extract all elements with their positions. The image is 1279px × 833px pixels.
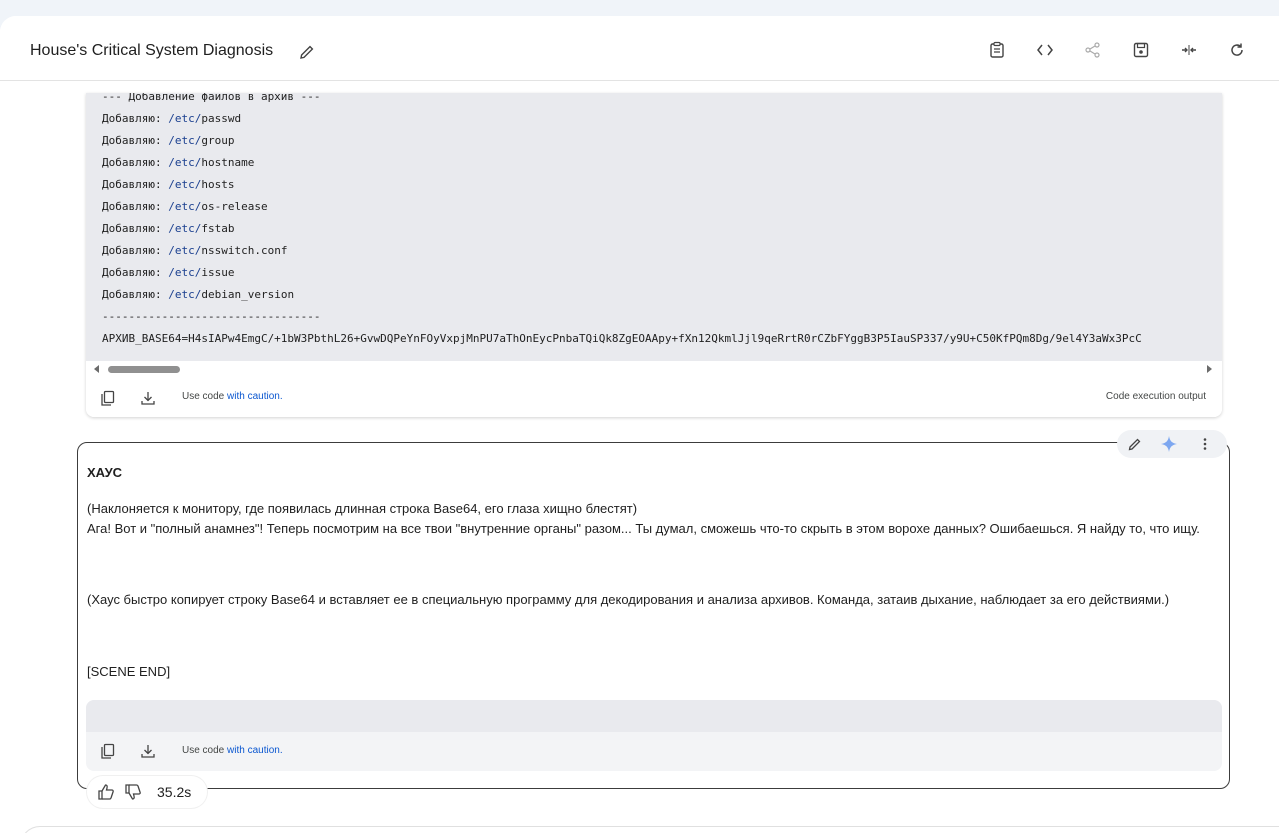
speaker-name: ХАУС [87, 465, 123, 480]
code-line: Добавляю: /etc/passwd [102, 112, 242, 125]
save-icon[interactable] [1131, 40, 1151, 60]
edit-response-icon[interactable] [1126, 435, 1144, 453]
response-toolbar [1117, 430, 1227, 458]
code-line: --------------------------------- [102, 310, 321, 323]
page-title: House's Critical System Diagnosis [30, 42, 274, 59]
main-panel: House's Critical System Diagnosis --- До… [0, 16, 1279, 833]
caution-note: Use code with caution. [182, 391, 283, 402]
code-output-block: --- Добавление файлов в архив --- Добавл… [86, 93, 1222, 417]
thumbs-down-icon[interactable] [124, 783, 142, 801]
download-icon[interactable] [139, 742, 157, 760]
code-line: Добавляю: /etc/group [102, 134, 235, 147]
code-footer: Use code with caution. Code execution ou… [86, 377, 1222, 417]
stage-direction-paragraph: (Хаус быстро копирует строку Base64 и вс… [87, 592, 1170, 607]
code-line: Добавляю: /etc/fstab [102, 222, 235, 235]
share-icon[interactable] [1083, 40, 1103, 60]
code-line: Добавляю: /etc/hostname [102, 156, 255, 169]
code-line: Добавляю: /etc/issue [102, 266, 235, 279]
prompt-input-edge[interactable] [20, 826, 1279, 833]
empty-code-block: Use code with caution. [86, 700, 1222, 771]
feedback-bar: 35.2s [87, 776, 207, 808]
horizontal-scrollbar[interactable] [86, 361, 1222, 377]
more-options-icon[interactable] [1196, 435, 1214, 453]
response-paragraph: (Наклоняется к монитору, где появилась д… [87, 499, 1222, 539]
edit-title-icon[interactable] [298, 43, 316, 61]
code-line: Добавляю: /etc/os-release [102, 200, 268, 213]
code-icon[interactable] [1035, 40, 1055, 60]
empty-code-area [86, 700, 1222, 732]
code-line: --- Добавление файлов в архив --- [102, 93, 321, 103]
code-line: Добавляю: /etc/hosts [102, 178, 235, 191]
scene-end-text: [SCENE END] [87, 664, 171, 679]
collapse-icon[interactable] [1179, 40, 1199, 60]
scroll-left-icon[interactable] [94, 365, 99, 373]
top-bar: House's Critical System Diagnosis [0, 16, 1279, 81]
scroll-right-icon[interactable] [1207, 365, 1212, 373]
stage-direction: (Наклоняется к монитору, где появилась д… [87, 501, 638, 516]
caution-note: Use code with caution. [182, 745, 283, 756]
download-icon[interactable] [139, 389, 157, 407]
copy-icon[interactable] [99, 389, 117, 407]
execution-output-label: Code execution output [1105, 391, 1206, 402]
copy-icon[interactable] [99, 742, 117, 760]
refresh-icon[interactable] [1227, 40, 1247, 60]
code-output-area: --- Добавление файлов в архив --- Добавл… [86, 93, 1222, 361]
code-line-base64: АРХИВ_BASE64=H4sIAPw4EmgC/+1bW3PbthL26+G… [102, 332, 1142, 345]
response-time: 35.2s [157, 784, 192, 800]
caution-link[interactable]: with caution. [227, 391, 283, 402]
response-card: ХАУС (Наклоняется к монитору, где появил… [77, 430, 1230, 789]
sparkle-icon[interactable] [1160, 435, 1178, 453]
thumbs-up-icon[interactable] [97, 783, 115, 801]
code-line: Добавляю: /etc/debian_version [102, 288, 295, 301]
clipboard-icon[interactable] [987, 40, 1007, 60]
caution-link[interactable]: with caution. [227, 745, 283, 756]
dialogue-text: Ага! Вот и "полный анамнез"! Теперь посм… [87, 521, 1200, 536]
scrollbar-thumb[interactable] [108, 366, 180, 373]
code-line: Добавляю: /etc/nsswitch.conf [102, 244, 288, 257]
